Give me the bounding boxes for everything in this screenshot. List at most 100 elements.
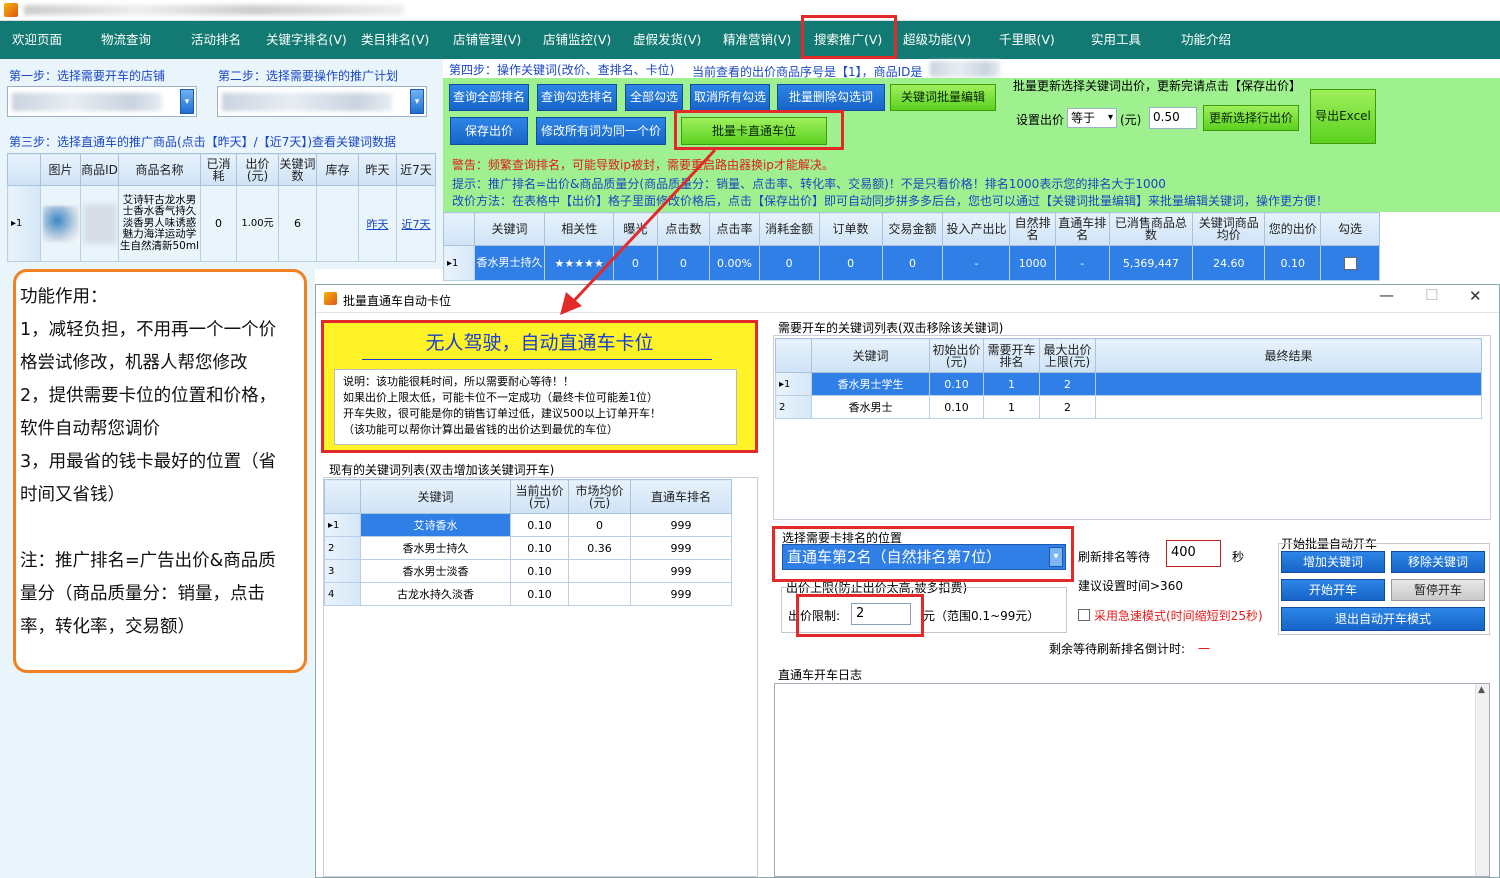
driving-log[interactable]: ▲ <box>774 683 1490 877</box>
query-all-rank-button[interactable]: 查询全部排名 <box>449 84 529 111</box>
col-ztc-rank[interactable]: 直通车排名 <box>630 479 732 514</box>
menu-shop-monitor[interactable]: 店铺监控(V) <box>543 21 611 59</box>
menu-welcome[interactable]: 欢迎页面 <box>12 21 62 59</box>
shop-select[interactable] <box>7 86 197 117</box>
existing-list-title: 现有的关键词列表(双击增加该关键词开车) <box>329 463 555 477</box>
pause-driving-button[interactable]: 暂停开车 <box>1391 579 1485 601</box>
menu-logistics[interactable]: 物流查询 <box>101 21 151 59</box>
col-yesterday[interactable]: 昨天 <box>358 153 397 186</box>
your-bid-cell[interactable]: 0.10 <box>1264 245 1322 281</box>
col-current-bid[interactable]: 当前出价(元) <box>510 479 569 514</box>
ztc-rank-cell: 999 <box>630 513 732 537</box>
menu-fake-ship[interactable]: 虚假发货(V) <box>633 21 701 59</box>
col-spent[interactable]: 已消耗 <box>200 153 237 186</box>
menu-super[interactable]: 超级功能(V) <box>903 21 971 59</box>
chevron-down-icon[interactable]: ▾ <box>1049 547 1063 567</box>
yesterday-link[interactable]: 昨天 <box>358 185 397 262</box>
col-orders[interactable]: 订单数 <box>818 212 883 246</box>
position-select[interactable]: 直通车第2名（自然排名第7位） ▾ <box>782 544 1066 570</box>
col-natural-rank[interactable]: 自然排名 <box>1009 212 1056 246</box>
col-avg-price[interactable]: 关键词商品均价 <box>1192 212 1266 246</box>
table-row[interactable]: 3 香水男士淡香 0.10 999 <box>324 559 732 583</box>
col-keyword[interactable]: 关键词 <box>360 479 511 514</box>
batch-edit-keywords-button[interactable]: 关键词批量编辑 <box>890 84 996 111</box>
bid-cell[interactable]: 1.00元 <box>236 185 279 262</box>
col-check[interactable]: 勾选 <box>1320 212 1380 246</box>
col-roi[interactable]: 投入产出比 <box>942 212 1011 246</box>
maximize-icon[interactable]: ☐ <box>1425 286 1438 304</box>
row-checkbox[interactable] <box>1343 256 1357 270</box>
menu-marketing[interactable]: 精准营销(V) <box>723 21 791 59</box>
col-ztc-rank[interactable]: 直通车排名 <box>1054 212 1110 246</box>
col-initial-bid[interactable]: 初始出价(元) <box>929 338 984 373</box>
table-row[interactable]: ▸1 艾诗香水 0.10 0 999 <box>324 513 732 537</box>
table-row[interactable]: 2 香水男士持久 0.10 0.36 999 <box>324 536 732 560</box>
suggest-text: 建议设置时间>360 <box>1078 579 1183 593</box>
query-checked-rank-button[interactable]: 查询勾选排名 <box>537 84 617 111</box>
save-bid-button[interactable]: 保存出价 <box>450 117 528 145</box>
col-keyword-count[interactable]: 关键词数 <box>278 153 317 186</box>
update-selected-bid-button[interactable]: 更新选择行出价 <box>1203 105 1299 131</box>
refresh-wait-input[interactable]: 400 <box>1166 540 1221 567</box>
select-all-button[interactable]: 全部勾选 <box>625 84 683 111</box>
menu-qianliyan[interactable]: 千里眼(V) <box>999 21 1055 59</box>
col-target-rank[interactable]: 需要开车排名 <box>983 338 1040 373</box>
plan-select[interactable] <box>217 86 427 117</box>
col-spent-amount[interactable]: 消耗金额 <box>758 212 820 246</box>
menu-about[interactable]: 功能介绍 <box>1181 21 1231 59</box>
trade-amount-cell: 0 <box>881 245 944 281</box>
batch-delete-button[interactable]: 批量删除勾选词 <box>777 84 885 111</box>
row-index: ▸1 <box>7 185 41 262</box>
start-driving-button[interactable]: 开始开车 <box>1281 579 1385 601</box>
market-avg-cell <box>568 559 631 583</box>
menu-keyword-rank[interactable]: 关键字排名(V) <box>266 21 347 59</box>
app-icon <box>4 3 18 17</box>
col-market-avg[interactable]: 市场均价(元) <box>568 479 631 514</box>
col-product-id[interactable]: 商品ID <box>80 153 119 186</box>
add-keyword-button[interactable]: 增加关键词 <box>1281 551 1385 573</box>
col-max-bid[interactable]: 最大出价上限(元) <box>1039 338 1096 373</box>
col-your-bid[interactable]: 您的出价 <box>1264 212 1322 246</box>
batch-update-hint: 批量更新选择关键词出价，更新完请点击【保存出价】 <box>1013 79 1302 93</box>
log-scrollbar[interactable]: ▲ <box>1475 684 1489 876</box>
col-stock[interactable]: 库存 <box>316 153 359 186</box>
menu-search-promo[interactable]: 搜索推广(V) <box>814 21 882 59</box>
col-7days[interactable]: 近7天 <box>396 153 436 186</box>
fast-mode-label[interactable]: 采用急速模式(时间缩短到25秒) <box>1094 607 1263 624</box>
col-image[interactable]: 图片 <box>40 153 81 186</box>
close-icon[interactable]: ✕ <box>1469 287 1482 305</box>
table-row[interactable]: ▸1 香水男士学生 0.10 1 2 <box>775 372 1482 396</box>
bid-operator-select[interactable]: 等于 ▾ <box>1067 108 1117 128</box>
col-trade-amount[interactable]: 交易金额 <box>881 212 944 246</box>
desc-note-3: 率，转化率，交易额） <box>20 617 195 637</box>
cancel-all-button[interactable]: 取消所有勾选 <box>690 84 770 111</box>
minimize-icon[interactable]: — <box>1379 286 1394 304</box>
menu-activity-rank[interactable]: 活动排名 <box>191 21 241 59</box>
table-row[interactable]: ▸1 艾诗轩古龙水男士香水香气持久淡香男人味诱惑魅力海洋运动学生自然清新50ml… <box>7 185 436 262</box>
scroll-up-icon[interactable]: ▲ <box>1478 685 1485 695</box>
col-sold-total[interactable]: 已消售商品总数 <box>1108 212 1194 246</box>
target-rank-cell: 1 <box>983 372 1040 396</box>
chevron-down-icon[interactable] <box>410 89 424 114</box>
col-product-name[interactable]: 商品名称 <box>118 153 201 186</box>
check-cell[interactable] <box>1320 245 1380 281</box>
export-excel-button[interactable]: 导出Excel <box>1310 89 1376 144</box>
col-bid[interactable]: 出价(元) <box>236 153 279 186</box>
col-keyword[interactable]: 关键词 <box>811 338 930 373</box>
bid-value-input[interactable]: 0.50 <box>1149 107 1197 129</box>
fast-mode-checkbox[interactable] <box>1078 609 1090 621</box>
menu-shop-manage[interactable]: 店铺管理(V) <box>453 21 521 59</box>
bid-limit-input[interactable]: 2 <box>851 603 911 625</box>
table-row[interactable]: 2 香水男士 0.10 1 2 <box>775 395 1482 419</box>
menu-tools[interactable]: 实用工具 <box>1091 21 1141 59</box>
table-row[interactable]: 4 古龙水持久淡香 0.10 999 <box>324 582 732 606</box>
7days-link[interactable]: 近7天 <box>396 185 436 262</box>
countdown-label: 剩余等待刷新排名倒计时: <box>1049 642 1186 656</box>
chevron-down-icon[interactable] <box>180 89 194 114</box>
exit-auto-mode-button[interactable]: 退出自动开车模式 <box>1281 607 1485 631</box>
col-keyword[interactable]: 关键词 <box>473 212 546 246</box>
remove-keyword-button[interactable]: 移除关键词 <box>1391 551 1485 573</box>
col-final-result[interactable]: 最终结果 <box>1095 338 1482 373</box>
menu-category-rank[interactable]: 类目排名(V) <box>361 21 429 59</box>
avg-price-cell: 24.60 <box>1192 245 1266 281</box>
